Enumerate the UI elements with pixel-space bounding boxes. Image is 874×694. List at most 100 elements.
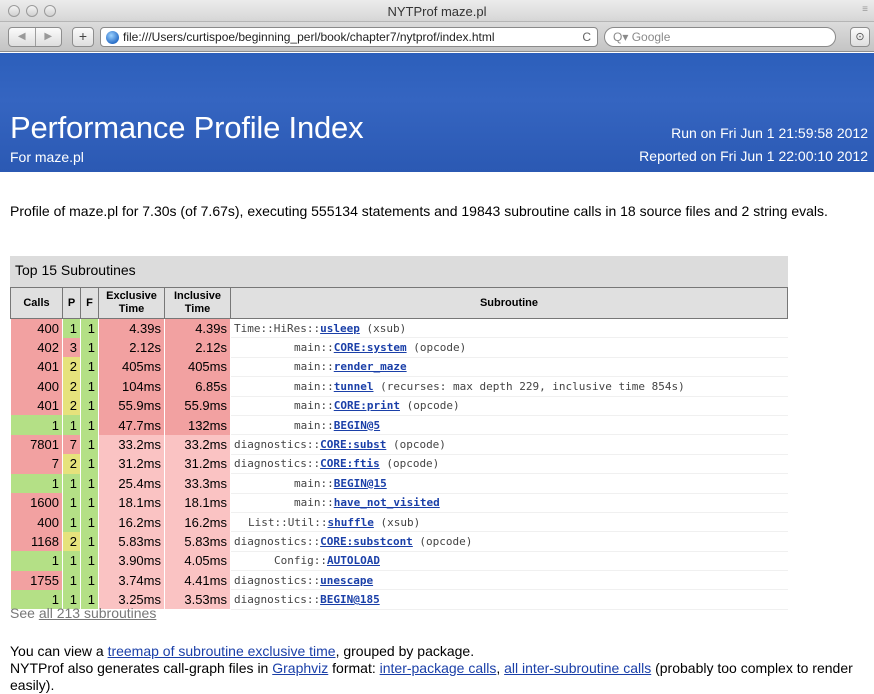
inclusive-time-cell: 4.39s	[164, 318, 231, 338]
back-icon[interactable]: ◀	[9, 28, 35, 46]
subroutine-link[interactable]: CORE:subst	[320, 438, 386, 451]
subroutine-cell: diagnostics::CORE:ftis (opcode)	[230, 454, 788, 475]
subroutine-note: (opcode)	[379, 457, 440, 471]
exclusive-time-cell: 5.83ms	[98, 531, 165, 552]
table-row: 7801 7 1 33.2ms 33.2ms diagnostics::CORE:subs…	[10, 434, 788, 455]
col-subroutine[interactable]: Subroutine	[230, 287, 788, 319]
window-titlebar: NYTProf maze.pl ≡	[0, 0, 874, 22]
f-cell: 1	[80, 512, 99, 532]
treemap-line: You can view a treemap of subroutine exc…	[10, 643, 870, 660]
subroutine-note: (opcode)	[412, 534, 473, 548]
p-cell: 7	[62, 434, 81, 455]
treemap-suffix: , grouped by package.	[335, 643, 475, 659]
add-bookmark-button[interactable]: +	[72, 27, 94, 47]
package-name: diagnostics::	[234, 438, 321, 452]
f-cell: 1	[80, 318, 99, 338]
inclusive-time-cell: 4.05ms	[164, 551, 231, 571]
exclusive-time-cell: 3.90ms	[98, 551, 165, 571]
subroutine-link[interactable]: CORE:substcont	[320, 535, 413, 548]
table-caption: Top 15 Subroutines	[10, 256, 788, 287]
subroutine-link[interactable]: CORE:print	[334, 399, 400, 412]
inclusive-time-cell: 33.2ms	[164, 434, 231, 455]
inclusive-time-cell: 2.12s	[164, 337, 231, 358]
inter-subroutine-calls-link[interactable]: all inter-subroutine calls	[504, 660, 651, 676]
all-subroutines-link[interactable]: all 213 subroutines	[39, 605, 157, 621]
subroutine-link[interactable]: CORE:system	[334, 341, 407, 354]
header-banner: Performance Profile Index For maze.pl Ru…	[0, 53, 874, 172]
col-f[interactable]: F	[80, 287, 99, 319]
fullscreen-icon[interactable]: ≡	[862, 4, 868, 15]
subroutine-note: (xsub)	[359, 321, 407, 335]
treemap-link[interactable]: treemap of subroutine exclusive time	[108, 643, 336, 659]
subroutine-link[interactable]: BEGIN@185	[320, 593, 380, 606]
subroutine-cell: diagnostics::CORE:substcont (opcode)	[230, 531, 788, 552]
package-name: diagnostics::	[234, 573, 321, 587]
table-row: 1 1 1 25.4ms 33.3ms main::BEGIN@15	[10, 473, 788, 494]
subroutine-link[interactable]: AUTOLOAD	[327, 554, 380, 567]
p-cell: 2	[62, 376, 81, 397]
see-all-line: See all 213 subroutines	[10, 605, 156, 621]
f-cell: 1	[80, 357, 99, 377]
table-header-row: Calls P F Exclusive Time Inclusive Time …	[10, 287, 788, 319]
inclusive-time-cell: 31.2ms	[164, 454, 231, 474]
inclusive-time-cell: 16.2ms	[164, 512, 231, 532]
subroutine-link[interactable]: BEGIN@15	[334, 477, 387, 490]
subroutine-cell: List::Util::shuffle (xsub)	[230, 512, 788, 533]
callgraph-mid: format:	[328, 660, 380, 676]
forward-icon[interactable]: ▶	[34, 28, 62, 46]
table-row: 400 2 1 104ms 6.85s main::tunnel (recurses: m…	[10, 376, 788, 397]
exclusive-time-cell: 4.39s	[98, 318, 165, 338]
f-cell: 1	[80, 396, 99, 416]
subroutine-cell: Time::HiRes::usleep (xsub)	[230, 318, 788, 339]
calls-cell: 401	[10, 357, 63, 377]
package-name: main::	[294, 418, 334, 432]
table-row: 1 1 1 3.90ms 4.05ms Config::AUTOLOAD	[10, 551, 788, 572]
package-name: main::	[294, 496, 334, 510]
subroutine-link[interactable]: tunnel	[334, 380, 374, 393]
col-exclusive-time[interactable]: Exclusive Time	[98, 287, 165, 319]
exclusive-time-cell: 25.4ms	[98, 473, 165, 494]
f-cell: 1	[80, 551, 99, 571]
subroutine-link[interactable]: BEGIN@5	[334, 419, 380, 432]
subroutine-cell: Config::AUTOLOAD	[230, 551, 788, 572]
url-text: file:///Users/curtispoe/beginning_perl/b…	[123, 30, 495, 44]
subroutine-link[interactable]: usleep	[320, 322, 360, 335]
inclusive-time-cell: 3.53ms	[164, 589, 231, 610]
col-p[interactable]: P	[62, 287, 81, 319]
search-input[interactable]: Q▾ Google	[604, 27, 836, 47]
exclusive-time-cell: 18.1ms	[98, 493, 165, 513]
address-bar[interactable]: file:///Users/curtispoe/beginning_perl/b…	[100, 27, 598, 47]
callgraph-line: NYTProf also generates call-graph files …	[10, 660, 870, 694]
inclusive-time-cell: 18.1ms	[164, 493, 231, 513]
graphviz-link[interactable]: Graphviz	[272, 660, 328, 676]
subroutine-link[interactable]: unescape	[320, 574, 373, 587]
page-title: Performance Profile Index	[10, 110, 364, 145]
col-inclusive-time[interactable]: Inclusive Time	[164, 287, 231, 319]
inclusive-time-cell: 132ms	[164, 415, 231, 435]
callgraph-prefix: NYTProf also generates call-graph files …	[10, 660, 273, 676]
subroutine-cell: main::CORE:system (opcode)	[230, 337, 788, 358]
subroutine-cell: main::BEGIN@5	[230, 415, 788, 436]
f-cell: 1	[80, 531, 99, 552]
subroutine-cell: main::CORE:print (opcode)	[230, 396, 788, 416]
p-cell: 1	[62, 570, 81, 590]
table-row: 1168 2 1 5.83ms 5.83ms diagnostics::CORE:subs…	[10, 531, 788, 552]
subroutine-link[interactable]: shuffle	[327, 516, 373, 529]
see-all-prefix: See	[10, 605, 39, 621]
calls-cell: 7801	[10, 434, 63, 455]
subroutine-link[interactable]: render_maze	[334, 360, 407, 373]
subroutine-link[interactable]: have_not_visited	[334, 496, 440, 509]
inter-package-calls-link[interactable]: inter-package calls	[380, 660, 497, 676]
subroutine-link[interactable]: CORE:ftis	[320, 457, 380, 470]
col-calls[interactable]: Calls	[10, 287, 63, 319]
calls-cell: 1	[10, 473, 63, 494]
subroutine-table: Calls P F Exclusive Time Inclusive Time …	[10, 287, 788, 610]
inclusive-time-cell: 33.3ms	[164, 473, 231, 494]
reload-icon[interactable]: C	[578, 28, 591, 46]
package-name: main::	[294, 399, 334, 413]
f-cell: 1	[80, 376, 99, 397]
downloads-icon[interactable]: ⊙	[850, 27, 870, 47]
page-subtitle: For maze.pl	[10, 149, 84, 165]
package-name: Time::HiRes::	[234, 321, 321, 335]
p-cell: 1	[62, 493, 81, 513]
